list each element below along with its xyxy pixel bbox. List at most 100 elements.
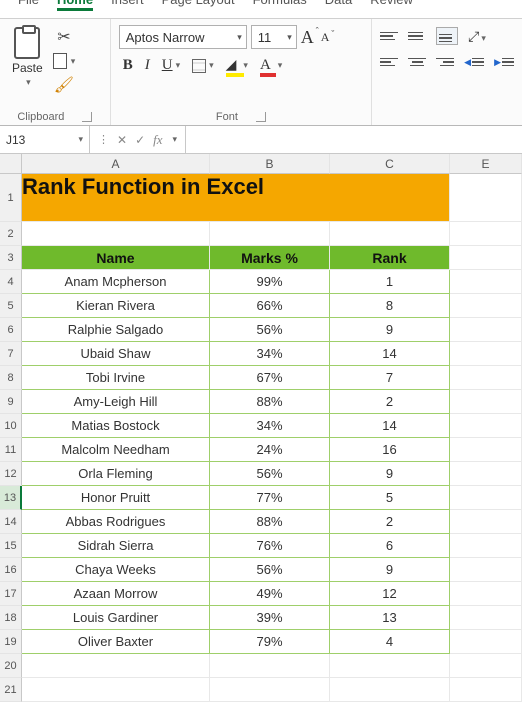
cell[interactable] bbox=[450, 582, 522, 606]
row-header[interactable]: 11 bbox=[0, 438, 22, 462]
row-header[interactable]: 21 bbox=[0, 678, 22, 702]
cell[interactable]: 14 bbox=[330, 414, 450, 438]
cell[interactable]: Rank bbox=[330, 246, 450, 270]
cell[interactable]: Chaya Weeks bbox=[22, 558, 210, 582]
cell[interactable]: Orla Fleming bbox=[22, 462, 210, 486]
cell[interactable]: Tobi Irvine bbox=[22, 366, 210, 390]
cell[interactable]: 56% bbox=[210, 462, 330, 486]
cell[interactable] bbox=[210, 678, 330, 702]
cell[interactable]: Ralphie Salgado bbox=[22, 318, 210, 342]
cell[interactable]: 5 bbox=[330, 486, 450, 510]
font-color-button[interactable]: A▾ bbox=[260, 57, 282, 74]
row-header[interactable]: 13 bbox=[0, 486, 22, 510]
tab-home[interactable]: Home bbox=[57, 0, 93, 7]
row-header[interactable]: 19 bbox=[0, 630, 22, 654]
column-header-E[interactable]: E bbox=[450, 154, 522, 174]
cell[interactable]: Amy-Leigh Hill bbox=[22, 390, 210, 414]
cell[interactable] bbox=[450, 270, 522, 294]
cell[interactable] bbox=[210, 654, 330, 678]
cell[interactable]: 1 bbox=[330, 270, 450, 294]
row-header[interactable]: 14 bbox=[0, 510, 22, 534]
cell[interactable] bbox=[450, 510, 522, 534]
row-header[interactable]: 2 bbox=[0, 222, 22, 246]
chevron-down-icon[interactable]: ▾ bbox=[71, 56, 76, 67]
accept-formula-button[interactable]: ✓ bbox=[135, 133, 145, 147]
cell[interactable]: 8 bbox=[330, 294, 450, 318]
cell[interactable]: 76% bbox=[210, 534, 330, 558]
cell[interactable] bbox=[450, 678, 522, 702]
cell[interactable] bbox=[22, 222, 210, 246]
cell[interactable]: Marks % bbox=[210, 246, 330, 270]
row-header[interactable]: 3 bbox=[0, 246, 22, 270]
cell[interactable]: Louis Gardiner bbox=[22, 606, 210, 630]
tab-page-layout[interactable]: Page Layout bbox=[162, 0, 235, 7]
cell[interactable]: Oliver Baxter bbox=[22, 630, 210, 654]
tab-insert[interactable]: Insert bbox=[111, 0, 144, 7]
cell[interactable] bbox=[450, 318, 522, 342]
cancel-formula-button[interactable]: ✕ bbox=[117, 133, 127, 147]
italic-button[interactable]: I bbox=[145, 57, 150, 74]
cell[interactable] bbox=[450, 438, 522, 462]
cell[interactable]: 66% bbox=[210, 294, 330, 318]
column-header-B[interactable]: B bbox=[210, 154, 330, 174]
row-header[interactable]: 8 bbox=[0, 366, 22, 390]
row-header[interactable]: 18 bbox=[0, 606, 22, 630]
decrease-font-button[interactable]: A bbox=[321, 30, 330, 45]
cell[interactable] bbox=[450, 366, 522, 390]
column-header-A[interactable]: A bbox=[22, 154, 210, 174]
cell[interactable]: 2 bbox=[330, 390, 450, 414]
title-cell[interactable]: Rank Function in Excel bbox=[22, 174, 450, 222]
cell[interactable] bbox=[450, 390, 522, 414]
cell[interactable]: 9 bbox=[330, 558, 450, 582]
cell[interactable] bbox=[450, 414, 522, 438]
paste-button[interactable]: Paste ▾ bbox=[8, 25, 47, 95]
cell[interactable] bbox=[450, 222, 522, 246]
row-header[interactable]: 4 bbox=[0, 270, 22, 294]
chevron-down-icon[interactable]: ▾ bbox=[283, 32, 292, 43]
cell[interactable]: Honor Pruitt bbox=[22, 486, 210, 510]
chevron-down-icon[interactable]: ▾ bbox=[233, 32, 242, 43]
cell[interactable]: 56% bbox=[210, 558, 330, 582]
cell[interactable] bbox=[330, 678, 450, 702]
row-header[interactable]: 1 bbox=[0, 174, 22, 222]
cell[interactable]: Malcolm Needham bbox=[22, 438, 210, 462]
align-left-button[interactable] bbox=[380, 55, 398, 69]
dialog-launcher-font[interactable] bbox=[256, 112, 266, 122]
insert-function-button[interactable]: fx bbox=[153, 132, 162, 148]
cell[interactable] bbox=[450, 630, 522, 654]
orientation-button[interactable]: ⤢▾ bbox=[468, 28, 486, 45]
row-header[interactable]: 12 bbox=[0, 462, 22, 486]
cell[interactable]: Matias Bostock bbox=[22, 414, 210, 438]
row-header[interactable]: 7 bbox=[0, 342, 22, 366]
row-header[interactable]: 15 bbox=[0, 534, 22, 558]
chevron-down-icon[interactable]: ▾ bbox=[78, 134, 83, 145]
cell[interactable]: 39% bbox=[210, 606, 330, 630]
cell[interactable]: Abbas Rodrigues bbox=[22, 510, 210, 534]
font-size-combo[interactable]: 11 ▾ bbox=[251, 25, 297, 49]
cell[interactable] bbox=[450, 174, 522, 222]
chevron-down-icon[interactable]: ▾ bbox=[173, 134, 178, 145]
cell[interactable]: Kieran Rivera bbox=[22, 294, 210, 318]
cell[interactable] bbox=[22, 678, 210, 702]
row-header[interactable]: 17 bbox=[0, 582, 22, 606]
cell[interactable]: Anam Mcpherson bbox=[22, 270, 210, 294]
formula-input[interactable] bbox=[186, 126, 522, 153]
align-bottom-button[interactable] bbox=[436, 27, 458, 45]
cell[interactable]: 14 bbox=[330, 342, 450, 366]
cell[interactable]: 56% bbox=[210, 318, 330, 342]
row-header[interactable]: 20 bbox=[0, 654, 22, 678]
align-right-button[interactable] bbox=[436, 55, 454, 69]
align-middle-button[interactable] bbox=[408, 29, 426, 43]
cell[interactable]: 2 bbox=[330, 510, 450, 534]
cell[interactable]: 77% bbox=[210, 486, 330, 510]
row-header[interactable]: 5 bbox=[0, 294, 22, 318]
increase-indent-button[interactable]: ▶ bbox=[494, 57, 514, 68]
row-header[interactable]: 10 bbox=[0, 414, 22, 438]
cell[interactable]: 9 bbox=[330, 462, 450, 486]
cell[interactable]: Azaan Morrow bbox=[22, 582, 210, 606]
cell[interactable]: Name bbox=[22, 246, 210, 270]
format-painter-button[interactable]: 🖌 bbox=[54, 75, 74, 95]
cell[interactable]: Ubaid Shaw bbox=[22, 342, 210, 366]
cell[interactable]: 9 bbox=[330, 318, 450, 342]
borders-button[interactable]: ▾ bbox=[192, 59, 214, 73]
